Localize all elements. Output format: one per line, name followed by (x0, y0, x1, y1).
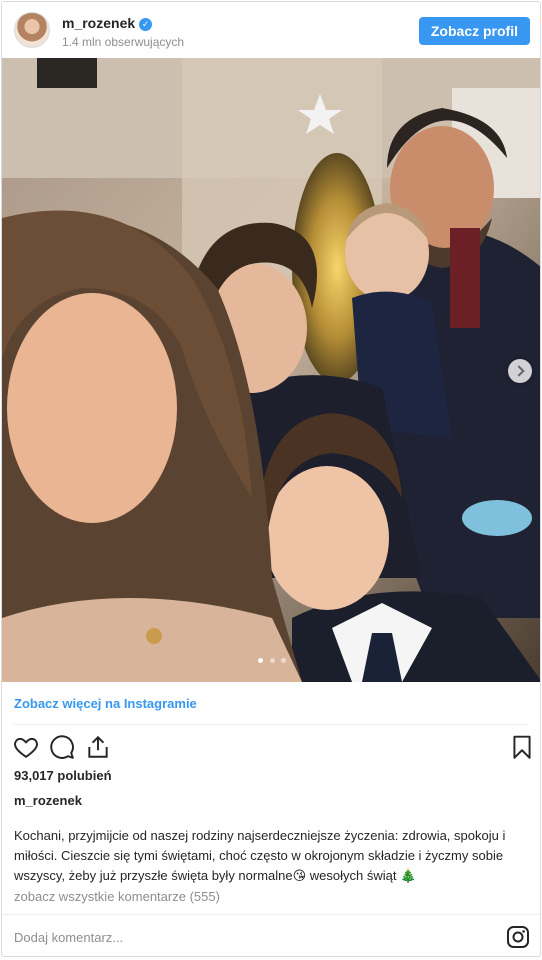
caption-text: Kochani, przyjmijcie od naszej rodziny n… (14, 828, 506, 883)
instagram-embed-card: m_rozenek ✓ 1.4 mln obserwujących Zobacz … (1, 1, 541, 957)
view-all-comments-link[interactable]: zobacz wszystkie komentarze (555) (14, 889, 220, 904)
post-photo[interactable] (2, 58, 540, 682)
likes-count[interactable]: 93,017 polubień (14, 768, 112, 783)
next-photo-arrow-icon[interactable] (508, 359, 532, 383)
username-row[interactable]: m_rozenek ✓ (62, 15, 153, 31)
family-photo-illustration (2, 58, 540, 682)
verified-badge-icon: ✓ (139, 18, 153, 31)
see-more-on-instagram-link[interactable]: Zobacz więcej na Instagramie (14, 696, 197, 711)
instagram-logo-icon[interactable] (506, 925, 530, 949)
carousel-dots (2, 650, 540, 668)
view-profile-button[interactable]: Zobacz profil (418, 17, 530, 45)
divider (2, 914, 540, 915)
caption-username[interactable]: m_rozenek (14, 793, 82, 808)
carousel-dot (280, 658, 286, 663)
bookmark-icon[interactable] (509, 734, 535, 760)
heart-icon[interactable] (13, 734, 39, 760)
action-bar (2, 732, 540, 762)
share-icon[interactable] (85, 734, 111, 760)
carousel-dot-active (258, 658, 264, 663)
divider (14, 724, 528, 725)
post-header: m_rozenek ✓ 1.4 mln obserwujących Zobacz … (2, 2, 540, 58)
add-comment-input[interactable] (14, 926, 474, 948)
comment-icon[interactable] (49, 734, 75, 760)
username[interactable]: m_rozenek (62, 15, 135, 31)
avatar[interactable] (14, 12, 50, 48)
carousel-dot (269, 658, 275, 663)
followers-count: 1.4 mln obserwujących (62, 35, 185, 49)
